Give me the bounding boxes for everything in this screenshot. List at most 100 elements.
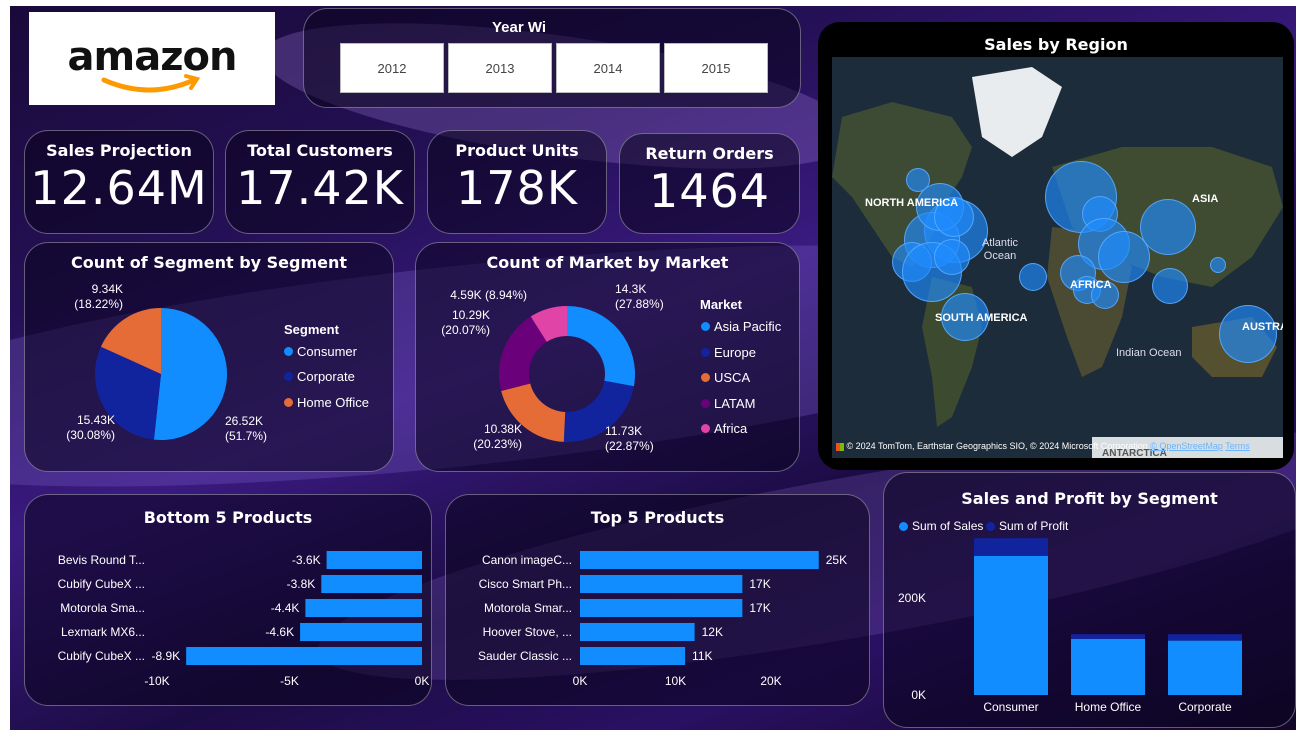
profit-bar[interactable] — [1071, 634, 1145, 639]
product-bar[interactable] — [580, 599, 743, 617]
product-bar[interactable] — [580, 575, 743, 593]
x-axis-tick: 0K — [573, 674, 588, 688]
product-bar[interactable] — [580, 623, 695, 641]
map-title: Sales by Region — [984, 35, 1128, 54]
profit-bar[interactable] — [1168, 634, 1242, 641]
region-bubble[interactable] — [1210, 257, 1226, 273]
slice-asia-pacific[interactable] — [567, 306, 635, 387]
slice-percent-label: (27.88%) — [615, 297, 664, 311]
kpi-value: 17.42K — [236, 161, 404, 215]
bar-value-label: -4.4K — [271, 601, 300, 615]
terms-link[interactable]: Terms — [1225, 441, 1250, 451]
sales-by-region-card: Sales by Region NORTH AMERICA Atlantic O… — [818, 22, 1294, 470]
product-label: Motorola Sma... — [60, 601, 145, 615]
bar-value-label: -4.6K — [265, 625, 294, 639]
product-bar[interactable] — [580, 647, 686, 665]
map-bubbles — [832, 57, 1283, 458]
bar-value-label: 25K — [826, 553, 847, 567]
product-bar[interactable] — [300, 623, 422, 641]
legend-label: Home Office — [297, 395, 370, 410]
legend-label: USCA — [714, 370, 751, 385]
legend-label: Asia Pacific — [714, 319, 782, 334]
bar-value-label: -3.6K — [292, 553, 321, 567]
bar-value-label: -8.9K — [151, 649, 180, 663]
slice-value-label: 26.52K — [225, 414, 263, 428]
bottom-products-card: Bottom 5 Products Bevis Round T... -3.6K C… — [24, 494, 432, 706]
top-products-card: Top 5 Products Canon imageC... 25K Cisco S… — [445, 494, 870, 706]
slice-value-label: 14.3K — [615, 282, 646, 296]
sales-profit-chart[interactable]: 200K 0K Consumer Home Office Corporate — [884, 473, 1296, 729]
legend-dot — [284, 347, 293, 356]
region-bubble[interactable] — [1219, 305, 1277, 363]
x-axis-tick: 0K — [415, 674, 430, 688]
kpi-value: 178K — [456, 161, 578, 215]
sales-bar[interactable] — [974, 555, 1048, 695]
product-bar[interactable] — [326, 551, 422, 569]
year-tile-2014[interactable]: 2014 — [556, 43, 660, 93]
category-label: Home Office — [1075, 700, 1142, 714]
legend-dot — [701, 373, 710, 382]
product-bar[interactable] — [186, 647, 422, 665]
year-tile-2012[interactable]: 2012 — [340, 43, 444, 93]
profit-bar[interactable] — [974, 538, 1048, 556]
sales-bar[interactable] — [1071, 639, 1145, 695]
bottom-products-chart[interactable]: Bevis Round T... -3.6K Cubify CubeX ... -3.… — [25, 495, 433, 707]
legend-item-usca[interactable]: USCA — [701, 370, 750, 385]
legend-item-home-office[interactable]: Home Office — [284, 395, 369, 410]
slice-value-label: 11.73K — [605, 424, 642, 438]
kpi-label: Total Customers — [247, 141, 393, 160]
year-tile-2013[interactable]: 2013 — [448, 43, 552, 93]
product-label: Cisco Smart Ph... — [479, 577, 572, 591]
osm-link[interactable]: © OpenStreetMap — [1150, 441, 1223, 451]
legend-item-africa[interactable]: Africa — [701, 421, 747, 436]
legend-label: Africa — [714, 421, 748, 436]
sales-bar[interactable] — [1168, 640, 1242, 695]
market-legend-title: Market — [700, 297, 742, 312]
product-label: Canon imageC... — [482, 553, 572, 567]
map-attribution: © 2024 TomTom, Earthstar Geographics SIO… — [836, 441, 1250, 451]
world-map[interactable]: NORTH AMERICA Atlantic Ocean ASIA AFRICA… — [832, 57, 1283, 458]
x-axis-tick: -10K — [144, 674, 169, 688]
legend-dot — [284, 398, 293, 407]
region-bubble[interactable] — [1152, 268, 1188, 304]
legend-item-corporate[interactable]: Corporate — [284, 369, 355, 384]
region-bubble[interactable] — [1019, 263, 1047, 291]
year-filter-title: Year Wi — [492, 19, 547, 36]
legend-label: Corporate — [297, 369, 355, 384]
map-label-atlantic: Atlantic Ocean — [981, 237, 1019, 262]
legend-dot — [284, 372, 293, 381]
attribution-text: © 2024 TomTom, Earthstar Geographics SIO… — [846, 441, 1148, 451]
y-axis-tick: 0K — [911, 688, 926, 702]
bar-value-label: -3.8K — [287, 577, 316, 591]
slice-percent-label: (51.7%) — [225, 429, 267, 443]
legend-item-europe[interactable]: Europe — [701, 345, 756, 360]
legend-dot — [701, 348, 710, 357]
legend-item-consumer[interactable]: Consumer — [284, 344, 357, 359]
top-products-chart[interactable]: Canon imageC... 25K Cisco Smart Ph... 17K Mo… — [446, 495, 871, 707]
legend-item-latam[interactable]: LATAM — [701, 396, 755, 411]
map-label-indian-ocean: Indian Ocean — [1116, 347, 1182, 359]
legend-item-asia-pacific[interactable]: Asia Pacific — [701, 319, 781, 334]
product-bar[interactable] — [305, 599, 422, 617]
slice-consumer[interactable] — [153, 308, 227, 440]
sales-profit-card: Sales and Profit by Segment Sum of Sales… — [883, 472, 1296, 728]
year-tile-2015[interactable]: 2015 — [664, 43, 768, 93]
product-bar[interactable] — [321, 575, 422, 593]
slice-value-label: 4.59K (8.94%) — [450, 288, 527, 302]
product-bar[interactable] — [580, 551, 819, 569]
x-axis-tick: 10K — [665, 674, 686, 688]
bar-value-label: 12K — [702, 625, 723, 639]
region-bubble[interactable] — [1140, 199, 1196, 255]
map-label-north-america: NORTH AMERICA — [865, 197, 959, 209]
slice-percent-label: (30.08%) — [66, 428, 115, 442]
segment-pie-card: Count of Segment by Segment 26.52K (51.7%… — [24, 242, 394, 472]
slice-percent-label: (20.23%) — [473, 437, 522, 451]
product-label: Lexmark MX6... — [61, 625, 145, 639]
x-axis-tick: -5K — [280, 674, 299, 688]
region-bubble[interactable] — [934, 239, 970, 275]
market-donut-card: Count of Market by Market 14.3K (27.88%) 1… — [415, 242, 800, 472]
legend-dot — [701, 424, 710, 433]
dashboard-canvas: amazon Year Wi 2012 2013 2014 2015 Sales… — [10, 6, 1296, 730]
slice-value-label: 10.29K — [452, 308, 490, 322]
product-label: Sauder Classic ... — [478, 649, 572, 663]
